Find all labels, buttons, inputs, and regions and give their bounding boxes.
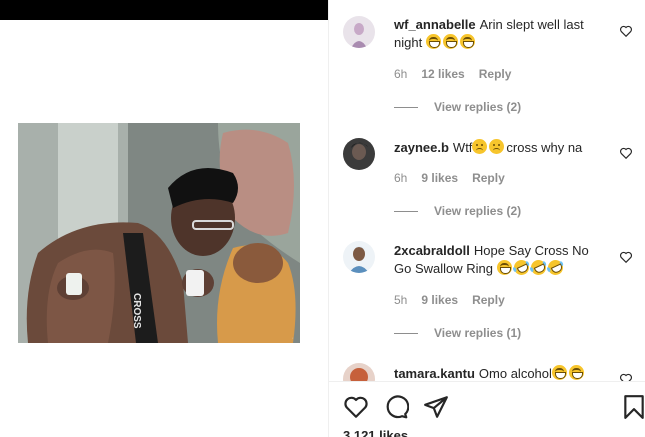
grinning-face-icon (459, 34, 475, 49)
view-replies-button[interactable]: View replies (2) (394, 204, 521, 218)
comment-time: 5h (394, 293, 408, 307)
comment-meta: 5h 9 likes Reply (394, 293, 505, 307)
reply-button[interactable]: Reply (479, 67, 512, 81)
comment-text: wf_annabelle Arin slept well last night (394, 16, 609, 52)
grinning-face-icon (442, 34, 458, 49)
grinning-face-icon (496, 260, 512, 275)
comment-time: 6h (394, 67, 408, 81)
comment-username[interactable]: tamara.kantu (394, 366, 475, 381)
comment-time: 6h (394, 171, 408, 185)
comment-like-heart-icon[interactable] (619, 146, 633, 160)
comment-likes[interactable]: 12 likes (421, 67, 464, 81)
media-top-bar (0, 0, 328, 20)
avatar[interactable] (343, 363, 375, 381)
shirt-text: CROSS (131, 293, 142, 329)
post-action-bar: 3,121 likes (329, 382, 645, 437)
comment-like-heart-icon[interactable] (619, 250, 633, 264)
post-likes-count[interactable]: 3,121 likes (343, 428, 408, 437)
comment-text: zaynee.b Wtf cross why na (394, 139, 609, 157)
grinning-face-icon (425, 34, 441, 49)
comment-text: tamara.kantu Omo alcohol (394, 365, 609, 381)
comment-body: Omo alcohol (478, 366, 552, 381)
view-replies-label: View replies (2) (434, 204, 522, 218)
view-replies-label: View replies (1) (434, 326, 522, 340)
grinning-face-icon (551, 365, 567, 380)
avatar[interactable] (343, 16, 375, 48)
frowning-face-icon (489, 139, 505, 154)
replies-divider-line (394, 106, 418, 108)
share-icon[interactable] (423, 394, 449, 420)
reply-button[interactable]: Reply (472, 293, 505, 307)
replies-divider-line (394, 332, 418, 334)
comment-like-heart-icon[interactable] (619, 24, 633, 38)
comments-list: wf_annabelle Arin slept well last night 6… (329, 0, 645, 381)
view-replies-label: View replies (2) (434, 100, 522, 114)
reply-button[interactable]: Reply (472, 171, 505, 185)
comment-body-end: cross why na (506, 140, 583, 155)
view-replies-button[interactable]: View replies (1) (394, 326, 521, 340)
avatar[interactable] (343, 241, 375, 273)
video-frame-image: CROSS (18, 123, 300, 343)
replies-divider-line (394, 210, 418, 212)
comment-like-heart-icon[interactable] (619, 372, 633, 381)
comment-username[interactable]: wf_annabelle (394, 17, 476, 32)
rofl-face-icon (545, 257, 566, 278)
rofl-face-icon (511, 257, 532, 278)
avatar[interactable] (343, 138, 375, 170)
comment-likes[interactable]: 9 likes (421, 293, 458, 307)
heart-icon[interactable] (343, 394, 369, 420)
grinning-face-icon (568, 365, 584, 380)
comment-text: 2xcabraldoll Hope Say Cross No Go Swallow… (394, 242, 609, 278)
comment-username[interactable]: 2xcabraldoll (394, 243, 470, 258)
video-watermark: · (291, 335, 294, 342)
view-replies-button[interactable]: View replies (2) (394, 100, 521, 114)
post-video[interactable]: CROSS · (18, 123, 300, 343)
bookmark-icon[interactable] (621, 394, 645, 420)
comment-likes[interactable]: 9 likes (421, 171, 458, 185)
comment-icon[interactable] (383, 394, 409, 420)
comment-meta: 6h 9 likes Reply (394, 171, 505, 185)
comment-body-start: Wtf (452, 140, 473, 155)
comment-meta: 6h 12 likes Reply (394, 67, 511, 81)
comment-username[interactable]: zaynee.b (394, 140, 449, 155)
rofl-face-icon (528, 257, 549, 278)
post-media-panel: CROSS · (0, 0, 328, 437)
frowning-face-icon (472, 139, 488, 154)
